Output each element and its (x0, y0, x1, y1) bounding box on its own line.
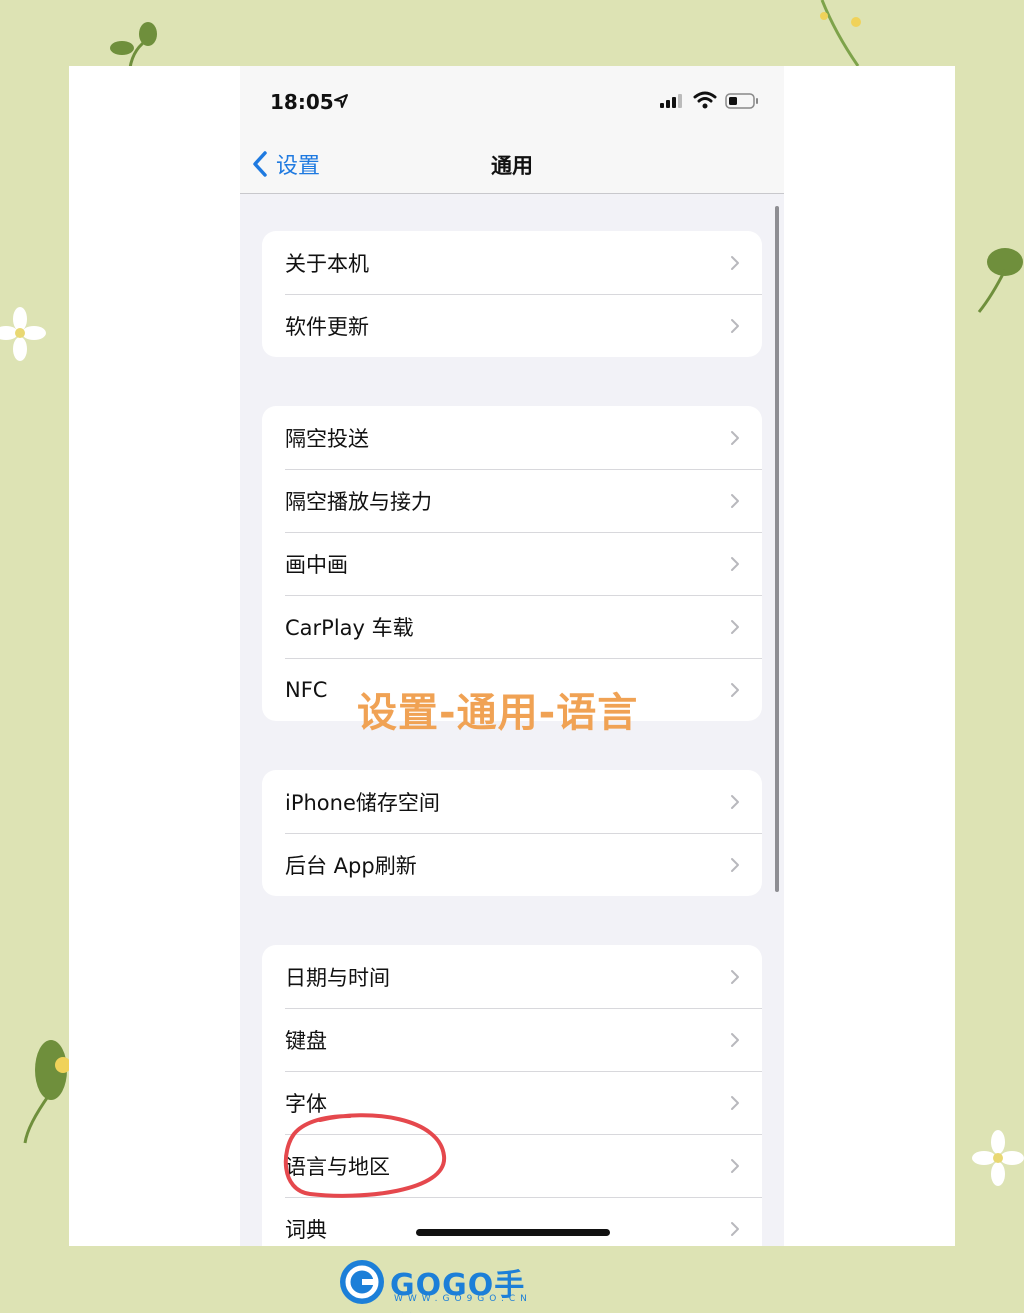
chevron-right-icon (731, 1096, 739, 1110)
leaf-right-decoration (977, 248, 1023, 313)
list-item-label: 后台 App刷新 (285, 853, 417, 878)
list-item-label: 日期与时间 (285, 965, 390, 990)
vine-top-right-decoration (820, 0, 861, 66)
white-flower-left-decoration (0, 307, 46, 361)
gogo-logo-icon (340, 1260, 384, 1304)
list-item-software-update[interactable]: 软件更新 (262, 294, 762, 357)
list-item-airdrop[interactable]: 隔空投送 (262, 406, 762, 469)
settings-group-storage: iPhone储存空间 后台 App刷新 (262, 770, 762, 896)
list-item-about[interactable]: 关于本机 (262, 231, 762, 294)
scrollbar[interactable] (775, 206, 779, 892)
chevron-right-icon (731, 795, 739, 809)
chevron-right-icon (731, 431, 739, 445)
chevron-right-icon (731, 683, 739, 697)
chevron-right-icon (731, 620, 739, 634)
list-item-carplay[interactable]: CarPlay 车载 (262, 595, 762, 658)
wifi-icon (693, 91, 717, 109)
chevron-right-icon (731, 970, 739, 984)
list-item-label: 词典 (285, 1217, 327, 1242)
chevron-right-icon (731, 319, 739, 333)
list-item-label: 键盘 (285, 1028, 327, 1053)
white-flower-right-decoration (972, 1130, 1024, 1186)
chevron-right-icon (731, 557, 739, 571)
chevron-right-icon (731, 256, 739, 270)
annotation-overlay-text: 设置-通用-语言 (357, 690, 639, 736)
list-item-label: iPhone储存空间 (285, 790, 440, 815)
list-item-dictionary[interactable]: 词典 (262, 1197, 762, 1246)
list-item-airplay-handoff[interactable]: 隔空播放与接力 (262, 469, 762, 532)
list-item-background-app-refresh[interactable]: 后台 App刷新 (262, 833, 762, 896)
watermark-url: WWW.GO9GO.CN (394, 1294, 532, 1304)
navigation-bar: 设置 通用 (240, 136, 784, 194)
chevron-right-icon (731, 1222, 739, 1236)
status-bar: 18:05 (240, 66, 784, 136)
list-item-label: 隔空播放与接力 (285, 489, 432, 514)
settings-group-connectivity: 隔空投送 隔空播放与接力 画中画 CarPlay 车载 NFC (262, 406, 762, 721)
chevron-right-icon (731, 1033, 739, 1047)
cellular-signal-icon (660, 94, 682, 108)
list-item-date-time[interactable]: 日期与时间 (262, 945, 762, 1008)
list-item-label: CarPlay 车载 (285, 615, 414, 640)
leaf-bottom-left-decoration (23, 1040, 70, 1144)
list-item-label: 隔空投送 (285, 426, 369, 451)
settings-group-device: 关于本机 软件更新 (262, 231, 762, 357)
home-indicator[interactable] (416, 1229, 610, 1236)
list-item-label: 软件更新 (285, 314, 369, 339)
battery-icon (725, 93, 758, 109)
chevron-right-icon (731, 494, 739, 508)
list-item-keyboard[interactable]: 键盘 (262, 1008, 762, 1071)
chevron-right-icon (731, 858, 739, 872)
list-item-picture-in-picture[interactable]: 画中画 (262, 532, 762, 595)
watermark-brand: GOGO手游网 (390, 1268, 526, 1313)
list-item-label: NFC (285, 677, 328, 702)
chevron-right-icon (731, 1159, 739, 1173)
page-title: 通用 (491, 154, 533, 178)
watermark-logo: GOGO手游网 WWW.GO9GO.CN (338, 1258, 538, 1313)
list-item-label: 画中画 (285, 552, 348, 577)
list-item-iphone-storage[interactable]: iPhone储存空间 (262, 770, 762, 833)
highlight-circle-annotation (283, 1113, 447, 1198)
location-arrow-icon (334, 94, 348, 108)
list-item-label: 关于本机 (285, 251, 369, 276)
status-time: 18:05 (270, 90, 334, 114)
phone-screen: 18:05 设置 通用 关于本机 软件更新 隔空投送 隔空播放与接力 画中画 C… (240, 66, 784, 1246)
leaf-sprig-top-left-decoration (110, 22, 157, 69)
